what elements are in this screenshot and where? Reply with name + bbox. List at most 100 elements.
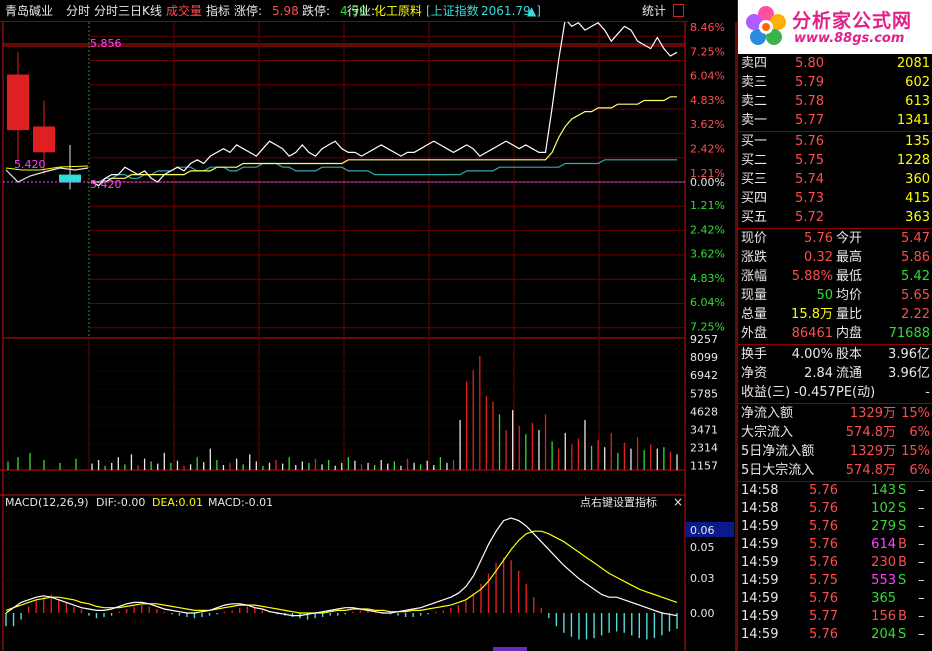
macd-dif-line xyxy=(5,517,678,617)
price-axis: 8.46% 7.25% 6.04% 4.83% 3.62% 2.42% 1.21% 0.00%… xyxy=(690,22,725,334)
tick-row: 14:59 5.76 279 S – xyxy=(738,517,932,536)
quote-label: 今开 xyxy=(836,231,863,246)
flow-label: 5日净流入额 xyxy=(741,444,815,459)
fund-value: 4.00% xyxy=(791,347,833,362)
quote-value: 5.47 xyxy=(901,231,930,246)
tick-price: 5.77 xyxy=(809,609,838,624)
macd-dea-line xyxy=(5,530,678,614)
window-menu-icon[interactable] xyxy=(673,4,684,17)
bid-row: 买三 5.74 360 xyxy=(738,170,932,189)
macd-value: MACD:-0.01 xyxy=(208,496,273,509)
tick-row: 14:59 5.76 204 S – xyxy=(738,625,932,644)
macd-lines xyxy=(5,517,678,651)
logo-url[interactable]: www.88gs.com xyxy=(794,31,904,46)
stock-name[interactable]: 青岛碱业 xyxy=(5,4,53,18)
tick-side: S xyxy=(898,483,907,498)
price-axis-up-0: 8.46% xyxy=(690,22,725,34)
bid-label: 买五 xyxy=(741,210,768,225)
quote-label: 内盘 xyxy=(836,326,863,341)
index-line xyxy=(92,159,677,183)
ask-row: 卖三 5.79 602 xyxy=(738,73,932,92)
tick-dash: – xyxy=(918,627,925,642)
macd-dea: DEA:0.01 xyxy=(152,496,203,509)
quote-value: 0.32 xyxy=(804,250,833,265)
price-axis-down-5: 7.25% xyxy=(690,321,725,334)
indicator-button[interactable]: 指标 xyxy=(206,4,230,18)
tab-three-day[interactable]: 分时三日 xyxy=(94,4,142,18)
tick-row: 14:58 5.76 143 S – xyxy=(738,481,932,500)
flow-value: 1329万 xyxy=(849,406,896,421)
price-axis-up-3: 4.83% xyxy=(690,94,725,107)
quote-row: 外盘 86461 内盘 71688 xyxy=(738,324,932,343)
price-axis-down-4: 6.04% xyxy=(690,296,725,309)
tick-row: 14:58 5.76 102 S – xyxy=(738,499,932,518)
stats-button[interactable]: 统计 xyxy=(642,4,666,18)
bid-price: 5.73 xyxy=(795,191,824,206)
volume-axis-6: 2314 xyxy=(690,442,718,455)
tick-volume: 279 xyxy=(871,519,896,534)
tick-dash: – xyxy=(918,591,925,606)
tick-side: B xyxy=(898,537,907,552)
quote-label: 现价 xyxy=(741,231,768,246)
tick-dash: – xyxy=(918,573,925,588)
tick-time: 14:59 xyxy=(741,609,779,624)
fund-value: 3.96亿 xyxy=(888,366,930,381)
tick-price: 5.76 xyxy=(809,483,838,498)
scroll-marker xyxy=(493,647,527,651)
bid-price: 5.75 xyxy=(795,153,824,168)
macd-title: MACD(12,26,9) xyxy=(5,496,89,509)
quote-label: 现量 xyxy=(741,288,768,303)
quote-value: 5.76 xyxy=(804,231,833,246)
ask-label: 卖一 xyxy=(741,113,768,128)
price-line xyxy=(91,22,678,187)
ask-row: 卖四 5.80 2081 xyxy=(738,54,932,73)
bid-price: 5.76 xyxy=(795,134,824,149)
bid-row: 买二 5.75 1228 xyxy=(738,151,932,170)
tick-time: 14:58 xyxy=(741,501,779,516)
tick-row: 14:59 5.76 230 B – xyxy=(738,553,932,572)
bid-volume: 363 xyxy=(905,210,930,225)
flow-label: 5日大宗流入 xyxy=(741,463,815,478)
fund-label: 流通 xyxy=(836,366,863,381)
prev-close-label: 5.420 xyxy=(90,178,122,191)
quote-value: 15.8万 xyxy=(791,307,833,322)
macd-dif: DIF:-0.00 xyxy=(96,496,145,509)
industry-value[interactable]: 化工原料 xyxy=(374,4,422,18)
tick-price: 5.76 xyxy=(809,555,838,570)
ask-row: 卖二 5.78 613 xyxy=(738,92,932,111)
ask-volume: 1341 xyxy=(896,113,930,128)
tick-row: 14:59 5.76 614 B – xyxy=(738,535,932,554)
logo-title: 分析家公式网 xyxy=(792,10,913,32)
quote-label: 总量 xyxy=(741,307,768,322)
tab-kline[interactable]: K线 xyxy=(142,4,162,18)
ask-volume: 2081 xyxy=(896,56,930,71)
index-label[interactable]: [上证指数 xyxy=(426,4,479,18)
flow-pct: 6% xyxy=(909,463,930,478)
quote-row: 涨跌 0.32 最高 5.86 xyxy=(738,248,932,267)
capital-flow-row: 5日大宗流入 574.8万 6% xyxy=(738,461,932,480)
earnings-value: -0.457 xyxy=(794,385,836,400)
macd-axis-1: 0.03 xyxy=(690,572,715,585)
volume-axis-7: 1157 xyxy=(690,460,718,473)
tick-row: 14:59 5.75 553 S – xyxy=(738,571,932,590)
macd-axis-2: 0.00 xyxy=(690,607,715,620)
candle-body-1 xyxy=(33,126,55,153)
flow-label: 净流入额 xyxy=(741,406,794,421)
tab-timeshare[interactable]: 分时 xyxy=(66,4,90,18)
chart-toolbar: 青岛碱业 分时 分时三日 K线 成交量 指标 涨停: 5.98 跌停: 4.90… xyxy=(0,0,688,22)
earnings-row: 收益(三) -0.457 PE(动) - xyxy=(738,383,932,402)
tick-volume: 102 xyxy=(871,501,896,516)
macd-histogram xyxy=(5,557,678,640)
volume-button[interactable]: 成交量 xyxy=(166,4,202,18)
index-value[interactable]: 2061.79 xyxy=(481,4,531,18)
left-price-label: 5.420 xyxy=(14,158,46,171)
index-arrow: ▲] xyxy=(527,4,541,18)
fund-value: 2.84 xyxy=(804,366,833,381)
tick-volume: 204 xyxy=(871,627,896,642)
quote-row: 现价 5.76 今开 5.47 xyxy=(738,229,932,248)
macd-hint: 点右键设置指标 xyxy=(580,495,657,509)
macd-current-value: 0.06 xyxy=(690,524,715,537)
volume-bars xyxy=(7,355,678,470)
fund-label: 换手 xyxy=(741,347,768,362)
macd-axis: MACD(12,26,9) DIF:-0.00 DEA:0.01 MACD:-0.01… xyxy=(3,495,734,620)
